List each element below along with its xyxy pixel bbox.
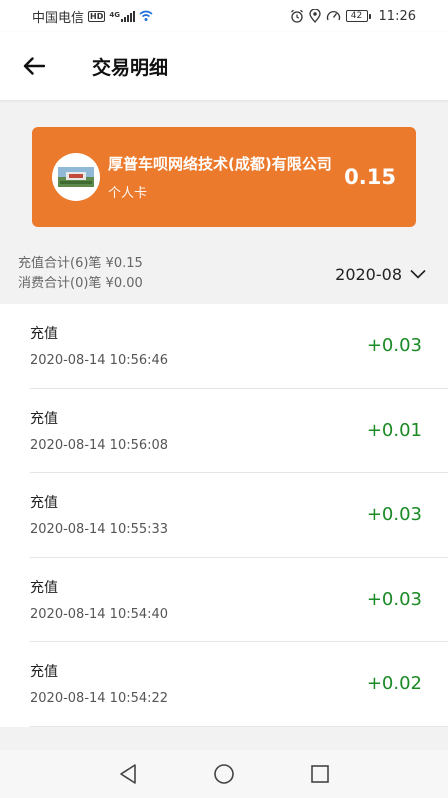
page-title: 交易明细 bbox=[92, 56, 169, 79]
transaction-amount: +0.01 bbox=[366, 419, 422, 441]
clock-time: 11:26 bbox=[378, 8, 416, 24]
transaction-amount: +0.03 bbox=[366, 504, 422, 526]
recents-square-icon bbox=[311, 765, 329, 783]
home-circle-icon bbox=[214, 764, 234, 784]
transaction-type: 充值 bbox=[30, 410, 58, 427]
carrier-name: 中国电信 bbox=[32, 10, 85, 26]
consume-total: 消费合计(0)笔 ¥0.00 bbox=[18, 276, 143, 291]
wifi-icon bbox=[139, 10, 153, 22]
fuel-card[interactable]: 厚普车呗网络技术(成都)有限公司 个人卡 0.15 bbox=[32, 127, 416, 227]
back-triangle-icon bbox=[120, 764, 136, 784]
location-icon bbox=[308, 9, 321, 23]
app-header: 交易明细 bbox=[0, 32, 448, 100]
nav-recents-button[interactable] bbox=[300, 754, 340, 794]
table-row[interactable]: 充值 2020-08-14 10:54:40 +0.03 bbox=[30, 558, 448, 642]
transaction-type: 充值 bbox=[30, 664, 58, 681]
card-type: 个人卡 bbox=[108, 186, 148, 201]
transaction-type: 充值 bbox=[30, 495, 58, 512]
status-right: 42 11:26 bbox=[290, 9, 416, 24]
transaction-time: 2020-08-14 10:54:22 bbox=[30, 691, 169, 707]
transaction-time: 2020-08-14 10:55:33 bbox=[30, 522, 169, 538]
alarm-icon bbox=[290, 9, 304, 23]
company-name: 厚普车呗网络技术(成都)有限公司 bbox=[108, 155, 332, 173]
month-value: 2020-08 bbox=[335, 264, 402, 284]
signal-icon: 4G bbox=[109, 10, 135, 22]
table-row[interactable]: 充值 2020-08-14 10:56:08 +0.01 bbox=[30, 389, 448, 473]
hd-badge: HD bbox=[88, 10, 106, 22]
card-balance: 0.15 bbox=[344, 165, 396, 189]
transaction-time: 2020-08-14 10:56:08 bbox=[30, 437, 169, 453]
arrow-left-icon bbox=[23, 57, 45, 75]
battery-level: 42 bbox=[345, 10, 368, 22]
nav-back-button[interactable] bbox=[108, 754, 148, 794]
transaction-time: 2020-08-14 10:56:46 bbox=[30, 353, 169, 369]
month-selector[interactable]: 2020-08 bbox=[335, 265, 430, 284]
transaction-amount: +0.03 bbox=[366, 588, 422, 610]
recharge-total: 充值合计(6)笔 ¥0.15 bbox=[18, 256, 143, 271]
transaction-amount: +0.03 bbox=[366, 335, 422, 357]
summary-bar: 充值合计(6)笔 ¥0.15 消费合计(0)笔 ¥0.00 2020-08 bbox=[0, 244, 448, 304]
transaction-time: 2020-08-14 10:54:40 bbox=[30, 606, 169, 622]
speedometer-icon bbox=[326, 9, 341, 23]
system-nav-bar bbox=[0, 750, 448, 798]
battery-icon: 42 bbox=[345, 10, 371, 22]
table-row[interactable]: 充值 2020-08-14 10:56:46 +0.03 bbox=[30, 304, 448, 389]
status-left: 中国电信 HD 4G bbox=[32, 7, 153, 26]
status-bar: 中国电信 HD 4G 42 11:26 bbox=[0, 0, 448, 32]
table-row[interactable]: 充值 2020-08-14 10:54:22 +0.02 bbox=[30, 642, 448, 727]
nav-home-button[interactable] bbox=[204, 754, 244, 794]
card-info: 厚普车呗网络技术(成都)有限公司 个人卡 bbox=[108, 153, 334, 201]
summary-totals: 充值合计(6)笔 ¥0.15 消费合计(0)笔 ¥0.00 bbox=[18, 254, 143, 294]
transaction-list: 充值 2020-08-14 10:56:46 +0.03 充值 2020-08-… bbox=[0, 304, 448, 727]
table-row[interactable]: 充值 2020-08-14 10:55:33 +0.03 bbox=[30, 473, 448, 558]
transaction-type: 充值 bbox=[30, 579, 58, 596]
transaction-type: 充值 bbox=[30, 326, 58, 343]
transaction-amount: +0.02 bbox=[366, 673, 422, 695]
back-button[interactable] bbox=[14, 46, 54, 86]
company-logo bbox=[52, 153, 100, 201]
chevron-down-icon bbox=[410, 269, 426, 279]
network-badge: 4G bbox=[109, 10, 120, 19]
